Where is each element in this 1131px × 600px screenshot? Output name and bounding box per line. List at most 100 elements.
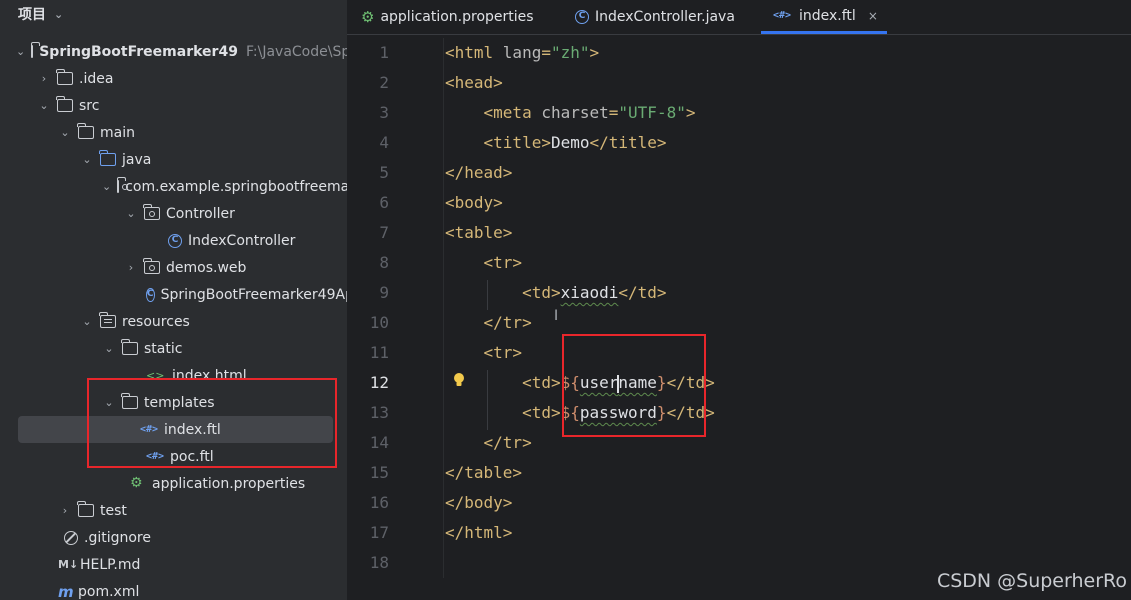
code-line: </head> — [445, 163, 513, 182]
class-icon: C — [575, 10, 589, 24]
folder-icon — [56, 96, 73, 112]
line-number: 2 — [379, 73, 389, 92]
tree-item-java[interactable]: ⌄ java — [0, 146, 347, 173]
package-icon — [116, 177, 129, 193]
tree-item-label: .idea — [79, 70, 114, 87]
code-line: <title>Demo</title> — [483, 133, 667, 152]
tree-item-label: com.example.springbootfreema — [125, 178, 347, 195]
tree-item-label: SpringBootFreemarker49 — [39, 43, 238, 60]
code-line: <td>xiaodi</td> — [522, 283, 667, 302]
chevron-down-icon[interactable]: ⌄ — [58, 126, 72, 139]
editor-tabs: ⚙ application.properties C IndexControll… — [347, 0, 1131, 35]
chevron-right-icon[interactable]: › — [124, 261, 138, 274]
tree-item-idea[interactable]: › .idea — [0, 65, 347, 92]
chevron-down-icon[interactable]: ⌄ — [54, 8, 63, 21]
tree-item-path: F:\JavaCode\Spri — [245, 43, 347, 60]
line-number: 11 — [369, 343, 389, 362]
line-number: 16 — [369, 493, 389, 512]
chevron-down-icon[interactable]: ⌄ — [102, 180, 111, 193]
tree-item-pom-xml[interactable]: m pom.xml — [0, 578, 347, 600]
line-number: 8 — [379, 253, 389, 272]
folder-icon — [56, 69, 73, 85]
tree-item-label: test — [100, 502, 127, 519]
line-number: 5 — [379, 163, 389, 182]
line-number: 14 — [369, 433, 389, 452]
tree-item-help-md[interactable]: M↓ HELP.md — [0, 551, 347, 578]
line-number: 6 — [379, 193, 389, 212]
chevron-down-icon[interactable]: ⌄ — [37, 99, 51, 112]
code-line: </html> — [445, 523, 513, 542]
tree-item-application-properties[interactable]: ⚙ application.properties — [0, 470, 347, 497]
gitignore-icon — [64, 530, 78, 545]
code-content[interactable]: <html lang="zh"> <head> <meta charset="U… — [445, 38, 715, 578]
tree-item-demos-web[interactable]: › demos.web — [0, 254, 347, 281]
tree-item-indexcontroller[interactable]: C IndexController — [0, 227, 347, 254]
line-number: 13 — [369, 403, 389, 422]
tab-label: IndexController.java — [595, 9, 735, 25]
watermark: CSDN @SuperherRo — [936, 570, 1127, 592]
tree-item-test[interactable]: › test — [0, 497, 347, 524]
tree-item-label: src — [79, 97, 100, 114]
project-panel: 项目 ⌄ ⌄ SpringBootFreemarker49 F:\JavaCod… — [0, 0, 347, 600]
highlight-box-templates — [87, 378, 337, 468]
tree-item-label: SpringBootFreemarker49Ap — [160, 286, 347, 303]
project-panel-title: 项目 — [18, 7, 46, 23]
chevron-down-icon[interactable]: ⌄ — [124, 207, 138, 220]
tree-item-project-root[interactable]: ⌄ SpringBootFreemarker49 F:\JavaCode\Spr… — [0, 38, 347, 65]
properties-file-icon: ⚙ — [130, 474, 143, 491]
chevron-right-icon[interactable]: › — [37, 72, 51, 85]
maven-icon: m — [58, 582, 74, 600]
tree-item-package-root[interactable]: ⌄ com.example.springbootfreema — [0, 173, 347, 200]
tree-item-label: demos.web — [166, 259, 247, 276]
folder-icon — [121, 339, 138, 355]
tree-item-static[interactable]: ⌄ static — [0, 335, 347, 362]
code-line: <tr> — [483, 253, 523, 272]
tab-application-properties[interactable]: ⚙ application.properties — [361, 0, 534, 34]
chevron-down-icon[interactable]: ⌄ — [16, 45, 25, 58]
tree-item-label: static — [144, 340, 183, 357]
code-line: <html lang="zh"> — [445, 43, 600, 62]
code-line: </body> — [445, 493, 513, 512]
line-number-current: 12 — [369, 373, 389, 392]
code-line: <head> — [445, 73, 503, 92]
tree-item-label: main — [100, 124, 135, 141]
tree-item-label: Controller — [166, 205, 235, 222]
line-number: 10 — [369, 313, 389, 332]
code-line: <body> — [445, 193, 503, 212]
close-icon[interactable]: × — [868, 9, 878, 23]
line-number: 9 — [379, 283, 389, 302]
tree-item-controller[interactable]: ⌄ Controller — [0, 200, 347, 227]
project-panel-header[interactable]: 项目 ⌄ — [18, 4, 63, 24]
code-line: </table> — [445, 463, 523, 482]
project-tree: ⌄ SpringBootFreemarker49 F:\JavaCode\Spr… — [0, 38, 347, 600]
tree-item-src[interactable]: ⌄ src — [0, 92, 347, 119]
chevron-right-icon[interactable]: › — [58, 504, 72, 517]
class-icon: C — [168, 233, 182, 248]
line-number: 7 — [379, 223, 389, 242]
tree-item-application-class[interactable]: C SpringBootFreemarker49Ap — [0, 281, 347, 308]
line-number: 15 — [369, 463, 389, 482]
tree-item-resources[interactable]: ⌄ resources — [0, 308, 347, 335]
tree-item-main[interactable]: ⌄ main — [0, 119, 347, 146]
tree-item-label: .gitignore — [84, 529, 151, 546]
tab-index-ftl[interactable]: <#> index.ftl × — [761, 0, 887, 34]
tab-label: application.properties — [380, 9, 534, 25]
chevron-down-icon[interactable]: ⌄ — [80, 153, 94, 166]
resources-folder-icon — [99, 312, 116, 328]
highlight-box-variables — [562, 334, 706, 437]
line-number: 17 — [369, 523, 389, 542]
tab-label: index.ftl — [799, 7, 856, 24]
text-cursor-icon: I — [554, 308, 559, 324]
tab-indexcontroller-java[interactable]: C IndexController.java — [575, 0, 735, 34]
chevron-down-icon[interactable]: ⌄ — [80, 315, 94, 328]
tree-item-label: IndexController — [188, 232, 296, 249]
tree-item-label: pom.xml — [78, 583, 140, 600]
spring-class-icon: C — [146, 287, 155, 302]
tree-item-label: java — [122, 151, 152, 168]
chevron-down-icon[interactable]: ⌄ — [102, 342, 116, 355]
gutter-divider — [443, 38, 444, 578]
line-number: 3 — [379, 103, 389, 122]
tree-item-gitignore[interactable]: .gitignore — [0, 524, 347, 551]
folder-icon — [77, 501, 94, 517]
code-line: <table> — [445, 223, 513, 242]
